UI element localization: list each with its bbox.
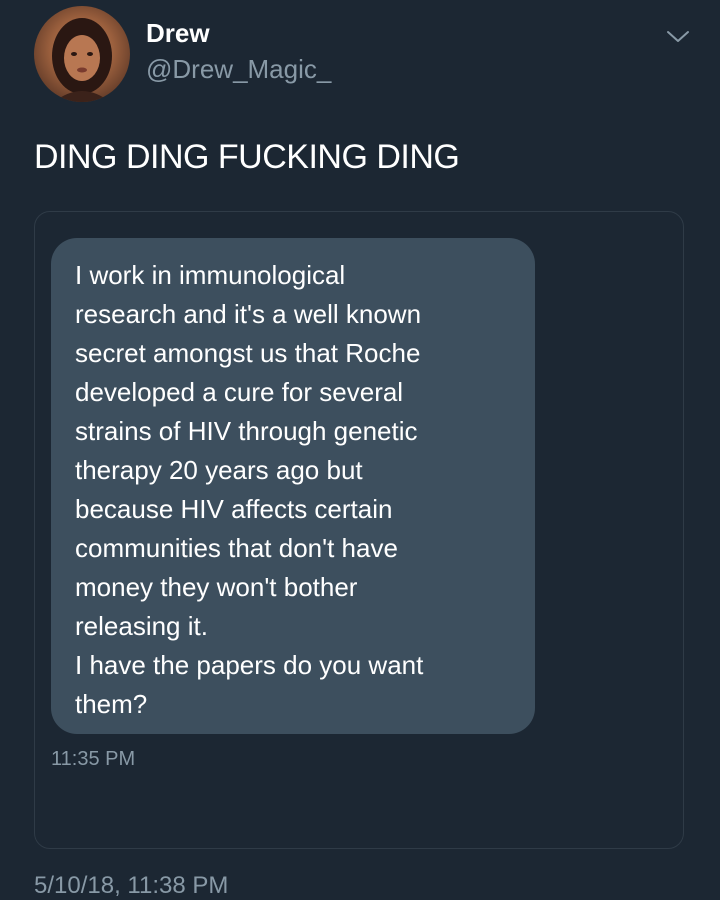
message-bubble: I work in immunological research and it'…	[51, 238, 535, 734]
author-display-name[interactable]: Drew	[146, 18, 210, 49]
message-line: developed a cure for several	[75, 377, 404, 407]
message-line: communities that don't have	[75, 533, 398, 563]
message-line: secret amongst us that Roche	[75, 338, 421, 368]
message-timestamp: 11:35 PM	[51, 748, 136, 770]
author-handle[interactable]: @Drew_Magic_	[146, 54, 331, 85]
tweet-text: DING DING FUCKING DING	[34, 138, 460, 176]
profile-photo	[52, 18, 112, 102]
message-line: I have the papers do you want	[75, 650, 424, 680]
message-line: because HIV affects certain	[75, 494, 393, 524]
message-line: strains of HIV through genetic	[75, 416, 418, 446]
message-line: money they won't bother	[75, 572, 358, 602]
message-line: research and it's a well known	[75, 299, 422, 329]
message-line: them?	[75, 689, 148, 719]
avatar[interactable]	[34, 6, 130, 102]
quoted-image-card[interactable]: I work in immunological research and it'…	[34, 211, 684, 849]
message-line: therapy 20 years ago but	[75, 455, 363, 485]
message-line: releasing it.	[75, 611, 208, 641]
tweet-timestamp[interactable]: 5/10/18, 11:38 PM	[34, 872, 228, 900]
message-line: I work in immunological	[75, 260, 346, 290]
chevron-down-icon[interactable]	[664, 26, 692, 46]
